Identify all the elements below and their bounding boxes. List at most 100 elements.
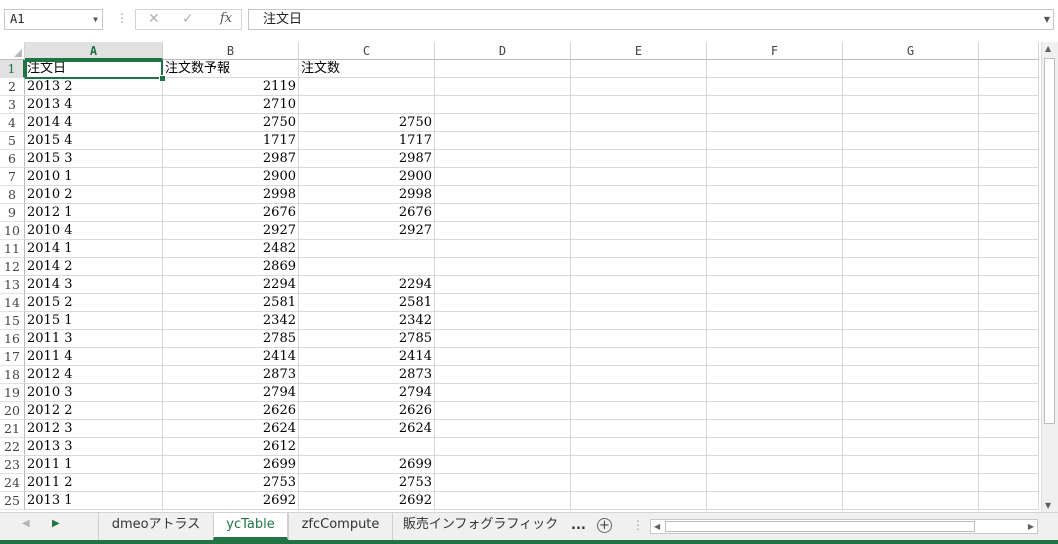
cell[interactable]: 2900 xyxy=(299,168,435,186)
row-header[interactable]: 22 xyxy=(0,438,25,456)
vertical-scrollbar[interactable]: ▲ ▼ xyxy=(1041,42,1058,512)
cell[interactable]: 2010 2 xyxy=(25,186,163,204)
cell[interactable] xyxy=(707,132,843,150)
cell[interactable] xyxy=(843,384,979,402)
cell[interactable]: 2012 4 xyxy=(25,366,163,384)
cell[interactable] xyxy=(435,474,571,492)
cell[interactable]: 2013 4 xyxy=(25,96,163,114)
cell[interactable]: 2014 4 xyxy=(25,114,163,132)
cell[interactable] xyxy=(571,294,707,312)
row-header[interactable]: 4 xyxy=(0,114,25,132)
cell[interactable] xyxy=(979,330,1039,348)
cell[interactable] xyxy=(571,150,707,168)
cell[interactable] xyxy=(571,384,707,402)
cell[interactable] xyxy=(435,168,571,186)
vertical-scroll-thumb[interactable] xyxy=(1044,58,1055,424)
cell[interactable] xyxy=(435,420,571,438)
cell[interactable] xyxy=(843,492,979,510)
name-box[interactable]: A1 ▼ xyxy=(4,9,103,30)
cell[interactable] xyxy=(435,96,571,114)
cell[interactable] xyxy=(843,78,979,96)
row-header[interactable]: 9 xyxy=(0,204,25,222)
cell[interactable] xyxy=(435,312,571,330)
cell[interactable] xyxy=(979,492,1039,510)
cell[interactable]: 2626 xyxy=(163,402,299,420)
cell[interactable] xyxy=(979,78,1039,96)
cell[interactable] xyxy=(843,60,979,78)
cell[interactable] xyxy=(435,132,571,150)
cell[interactable]: 2624 xyxy=(163,420,299,438)
cell[interactable] xyxy=(843,168,979,186)
cell[interactable] xyxy=(299,240,435,258)
cell[interactable] xyxy=(571,204,707,222)
tab-splitter-icon[interactable]: ⋮ xyxy=(632,518,644,532)
scroll-up-icon[interactable]: ▲ xyxy=(1045,44,1051,53)
cell[interactable] xyxy=(979,276,1039,294)
cell[interactable]: 2011 4 xyxy=(25,348,163,366)
cell[interactable] xyxy=(707,150,843,168)
cell[interactable] xyxy=(979,312,1039,330)
cell[interactable] xyxy=(571,438,707,456)
cell[interactable] xyxy=(571,402,707,420)
add-sheet-icon[interactable]: + xyxy=(597,518,612,533)
cell[interactable] xyxy=(435,492,571,510)
cell[interactable]: 2011 1 xyxy=(25,456,163,474)
cell[interactable] xyxy=(843,204,979,222)
cell[interactable]: 2873 xyxy=(163,366,299,384)
cell[interactable] xyxy=(979,150,1039,168)
cell[interactable] xyxy=(435,348,571,366)
cell[interactable] xyxy=(979,240,1039,258)
row-header[interactable]: 3 xyxy=(0,96,25,114)
cell[interactable] xyxy=(979,402,1039,420)
cell[interactable] xyxy=(979,456,1039,474)
cell[interactable]: 2692 xyxy=(163,492,299,510)
cell[interactable] xyxy=(979,438,1039,456)
cell[interactable] xyxy=(571,240,707,258)
enter-icon[interactable]: ✓ xyxy=(182,11,194,27)
previous-sheet-icon[interactable]: ◀ xyxy=(22,518,30,529)
cell[interactable]: 2998 xyxy=(299,186,435,204)
cell[interactable] xyxy=(707,402,843,420)
cell[interactable]: 2927 xyxy=(163,222,299,240)
cell[interactable] xyxy=(435,150,571,168)
row-header[interactable]: 8 xyxy=(0,186,25,204)
cell[interactable] xyxy=(707,204,843,222)
cell[interactable]: 2785 xyxy=(299,330,435,348)
cell[interactable] xyxy=(843,276,979,294)
cell[interactable] xyxy=(435,438,571,456)
cell[interactable]: 2987 xyxy=(299,150,435,168)
cell[interactable] xyxy=(843,240,979,258)
row-header[interactable]: 23 xyxy=(0,456,25,474)
cell[interactable] xyxy=(979,258,1039,276)
cell[interactable]: 2010 1 xyxy=(25,168,163,186)
select-all-button[interactable] xyxy=(0,42,25,60)
cell[interactable] xyxy=(843,96,979,114)
cell[interactable] xyxy=(843,348,979,366)
row-header[interactable]: 14 xyxy=(0,294,25,312)
cell[interactable] xyxy=(435,204,571,222)
cell[interactable]: 2794 xyxy=(299,384,435,402)
sheet-tab[interactable]: ycTable xyxy=(213,513,288,540)
next-sheet-icon[interactable]: ▶ xyxy=(52,518,60,529)
cell[interactable] xyxy=(435,114,571,132)
cell[interactable] xyxy=(571,330,707,348)
cell[interactable] xyxy=(435,402,571,420)
column-header-overflow[interactable] xyxy=(979,42,1039,60)
cell[interactable] xyxy=(843,132,979,150)
cell[interactable]: 2699 xyxy=(163,456,299,474)
cell[interactable]: 2785 xyxy=(163,330,299,348)
cell[interactable] xyxy=(979,186,1039,204)
cell[interactable] xyxy=(707,186,843,204)
cell[interactable] xyxy=(843,294,979,312)
cell[interactable]: 2342 xyxy=(163,312,299,330)
cell[interactable]: 2873 xyxy=(299,366,435,384)
cell[interactable] xyxy=(299,78,435,96)
cell[interactable] xyxy=(571,420,707,438)
cell[interactable] xyxy=(707,258,843,276)
cell[interactable] xyxy=(979,420,1039,438)
row-header[interactable]: 7 xyxy=(0,168,25,186)
cell[interactable] xyxy=(843,114,979,132)
cell[interactable] xyxy=(979,294,1039,312)
cell[interactable] xyxy=(707,60,843,78)
cell[interactable]: 2015 2 xyxy=(25,294,163,312)
